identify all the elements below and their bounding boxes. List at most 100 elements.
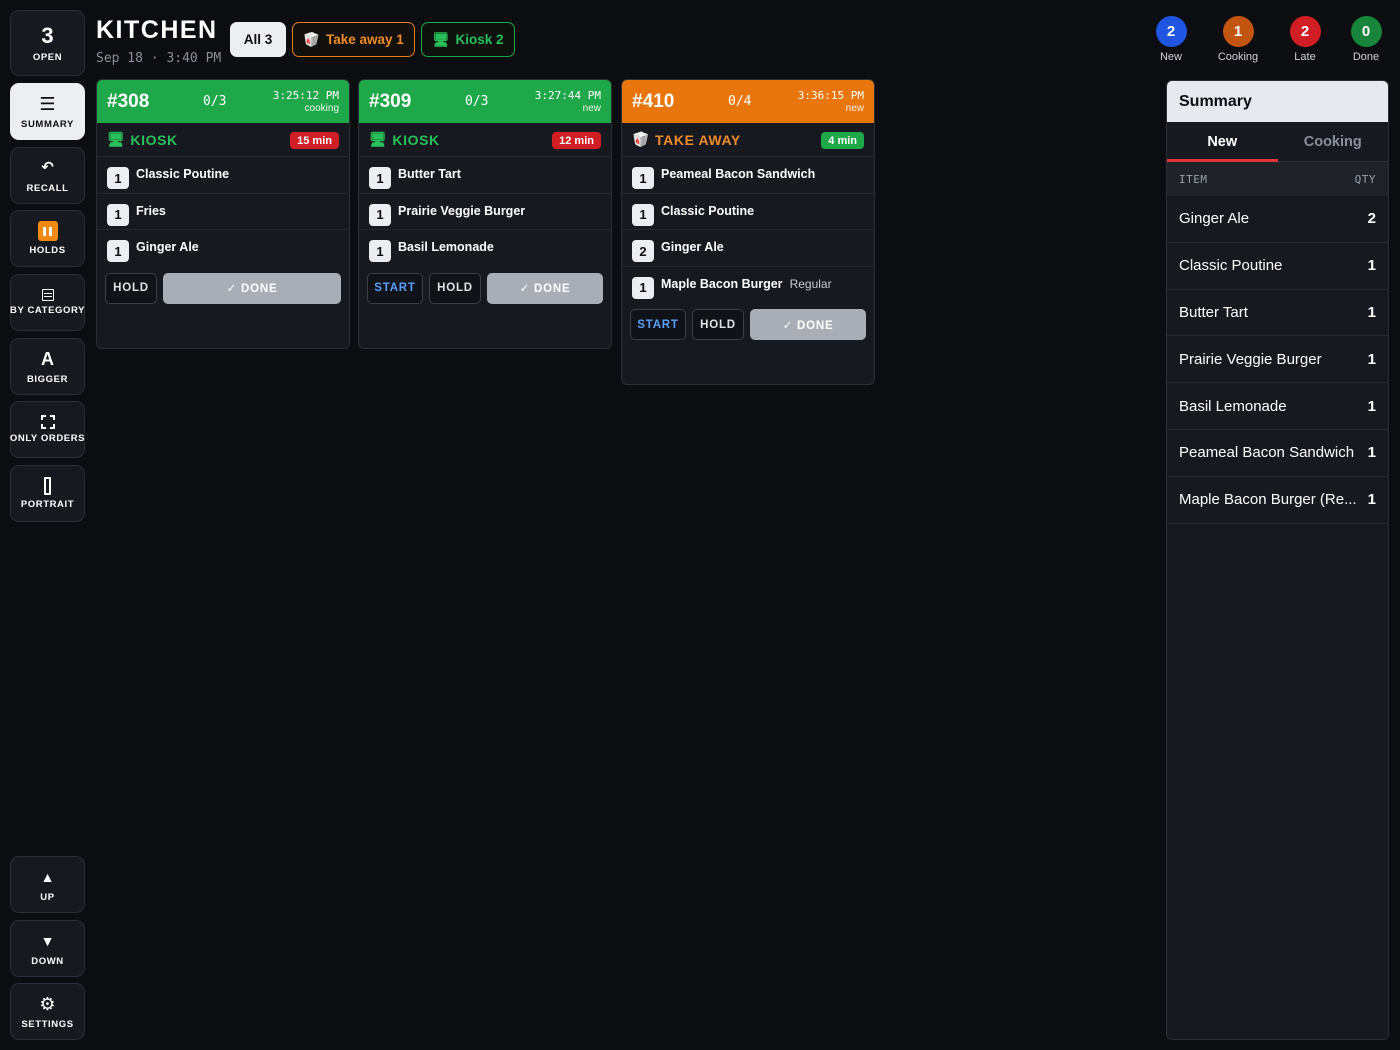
only-orders-label: ONLY ORDERS bbox=[9, 433, 86, 444]
summary-item-qty: 2 bbox=[1367, 210, 1376, 228]
start-button[interactable]: START bbox=[630, 309, 686, 341]
item-name: Maple Bacon Burger bbox=[661, 276, 783, 291]
item-qty: 1 bbox=[369, 167, 391, 189]
holds-button[interactable]: HOLDS bbox=[10, 210, 85, 267]
bigger-button[interactable]: A BIGGER bbox=[10, 338, 85, 395]
by-category-button[interactable]: BY CATEGORY bbox=[10, 274, 85, 331]
holds-label: HOLDS bbox=[29, 245, 66, 256]
filter-kiosk-button[interactable]: 🖥 Kiosk 2 bbox=[421, 22, 515, 57]
settings-label: SETTINGS bbox=[21, 1019, 74, 1030]
order-source-label: TAKE AWAY bbox=[655, 131, 741, 148]
bigger-glyph: A bbox=[41, 349, 54, 369]
item-qty: 1 bbox=[107, 167, 129, 189]
ticket-source-row: 🖥 KIOSK 12 min bbox=[359, 123, 611, 157]
done-button[interactable]: ✓ DONE bbox=[163, 272, 341, 304]
down-button[interactable]: ▼ DOWN bbox=[10, 920, 85, 977]
summary-item-name: Classic Poutine bbox=[1179, 257, 1283, 275]
kiosk-monitor-icon: 🖥 bbox=[107, 131, 126, 147]
item-name: Basil Lemonade bbox=[398, 240, 494, 255]
item-name: Classic Poutine bbox=[136, 167, 230, 181]
order-source-label: KIOSK bbox=[392, 131, 440, 148]
item-name: Peameal Bacon Sandwich bbox=[661, 167, 816, 181]
order-progress: 0/3 bbox=[465, 94, 489, 109]
order-progress: 0/3 bbox=[203, 94, 227, 109]
bigger-label: BIGGER bbox=[26, 374, 69, 385]
recall-button[interactable]: ↶ RECALL bbox=[10, 147, 85, 204]
stat-late[interactable]: 2 Late bbox=[1275, 16, 1335, 63]
up-button[interactable]: ▲ UP bbox=[10, 856, 85, 913]
portrait-button[interactable]: PORTRAIT bbox=[10, 465, 85, 522]
order-number: #308 bbox=[107, 90, 150, 112]
portrait-icon bbox=[44, 477, 51, 495]
summary-item-name: Peameal Bacon Sandwich bbox=[1179, 444, 1355, 462]
order-item[interactable]: 2 Ginger Ale bbox=[622, 230, 874, 267]
summary-item-name: Butter Tart bbox=[1179, 303, 1248, 321]
summary-row[interactable]: Basil Lemonade 1 bbox=[1167, 383, 1388, 430]
down-label: DOWN bbox=[31, 956, 64, 967]
order-item[interactable]: 1 Prairie Veggie Burger bbox=[359, 194, 611, 231]
item-qty: 1 bbox=[369, 203, 391, 226]
summary-row[interactable]: Prairie Veggie Burger 1 bbox=[1167, 336, 1388, 384]
order-item[interactable]: 1 Ginger Ale bbox=[97, 230, 349, 267]
settings-button[interactable]: ⚙ SETTINGS bbox=[10, 983, 85, 1040]
summary-item-qty: 1 bbox=[1367, 491, 1376, 509]
summary-item-qty: 1 bbox=[1367, 397, 1376, 415]
summary-title: Summary bbox=[1167, 81, 1388, 122]
summary-item-qty: 1 bbox=[1367, 303, 1376, 321]
order-age-badge: 15 min bbox=[290, 132, 339, 149]
order-ticket[interactable]: #309 0/3 3:27:44 PM new 🖥 KIOSK 12 min 1… bbox=[358, 79, 612, 349]
item-qty: 1 bbox=[632, 203, 654, 226]
only-orders-button[interactable]: ONLY ORDERS bbox=[10, 401, 85, 458]
hold-button[interactable]: HOLD bbox=[692, 309, 744, 341]
tab-new[interactable]: New bbox=[1167, 122, 1278, 162]
portrait-label: PORTRAIT bbox=[20, 499, 75, 510]
order-item[interactable]: 1 Basil Lemonade bbox=[359, 230, 611, 267]
start-button[interactable]: START bbox=[367, 272, 423, 304]
order-item[interactable]: 1 Classic Poutine bbox=[622, 194, 874, 231]
takeaway-box-icon: 🥡 bbox=[303, 31, 320, 47]
summary-label: SUMMARY bbox=[21, 119, 74, 130]
order-status: new bbox=[582, 103, 601, 114]
stat-done[interactable]: 0 Done bbox=[1336, 16, 1396, 63]
order-ticket[interactable]: #308 0/3 3:25:12 PM cooking 🖥 KIOSK 15 m… bbox=[96, 79, 350, 349]
order-number: #410 bbox=[632, 90, 675, 112]
open-orders-button[interactable]: 3 OPEN bbox=[10, 10, 85, 76]
open-count: 3 bbox=[41, 22, 54, 48]
order-item[interactable]: 1 Fries bbox=[97, 194, 349, 231]
tab-cooking[interactable]: Cooking bbox=[1278, 122, 1389, 161]
item-qty: 1 bbox=[632, 167, 654, 189]
stat-cooking[interactable]: 1 Cooking bbox=[1208, 16, 1268, 63]
order-age-badge: 4 min bbox=[821, 132, 864, 149]
order-item[interactable]: 1 Classic Poutine bbox=[97, 157, 349, 194]
summary-button[interactable]: ☰ SUMMARY bbox=[10, 83, 85, 140]
up-label: UP bbox=[40, 892, 55, 903]
ticket-actions: START HOLD ✓ DONE bbox=[622, 303, 874, 384]
pause-icon bbox=[37, 221, 58, 241]
item-name: Classic Poutine bbox=[661, 203, 755, 218]
filter-take-away-label: Take away 1 bbox=[326, 32, 404, 47]
ticket-source-row: 🖥 KIOSK 15 min bbox=[97, 123, 349, 157]
summary-row[interactable]: Butter Tart 1 bbox=[1167, 290, 1388, 337]
summary-row[interactable]: Maple Bacon Burger (Re... 1 bbox=[1167, 477, 1388, 524]
filter-all-button[interactable]: All 3 bbox=[230, 22, 286, 57]
stat-cooking-count: 1 bbox=[1222, 16, 1254, 47]
stat-new[interactable]: 2 New bbox=[1141, 16, 1201, 63]
focus-icon bbox=[40, 415, 55, 429]
filter-kiosk-label: Kiosk 2 bbox=[455, 32, 504, 47]
item-modifier: Regular bbox=[789, 276, 832, 291]
summary-row[interactable]: Ginger Ale 2 bbox=[1167, 196, 1388, 243]
order-item[interactable]: 1 Maple Bacon Burger Regular bbox=[622, 267, 874, 304]
hold-button[interactable]: HOLD bbox=[105, 272, 157, 304]
item-qty: 1 bbox=[107, 203, 129, 226]
order-item[interactable]: 1 Peameal Bacon Sandwich bbox=[622, 157, 874, 194]
summary-item-name: Ginger Ale bbox=[1179, 210, 1250, 228]
done-button[interactable]: ✓ DONE bbox=[750, 309, 866, 341]
order-item[interactable]: 1 Butter Tart bbox=[359, 157, 611, 194]
summary-row[interactable]: Classic Poutine 1 bbox=[1167, 243, 1388, 290]
done-button[interactable]: ✓ DONE bbox=[487, 272, 603, 304]
hold-button[interactable]: HOLD bbox=[429, 272, 481, 304]
summary-row[interactable]: Peameal Bacon Sandwich 1 bbox=[1167, 430, 1388, 477]
item-qty: 1 bbox=[107, 240, 129, 263]
filter-take-away-button[interactable]: 🥡 Take away 1 bbox=[292, 22, 415, 57]
order-ticket[interactable]: #410 0/4 3:36:15 PM new 🥡 TAKE AWAY 4 mi… bbox=[621, 79, 875, 386]
